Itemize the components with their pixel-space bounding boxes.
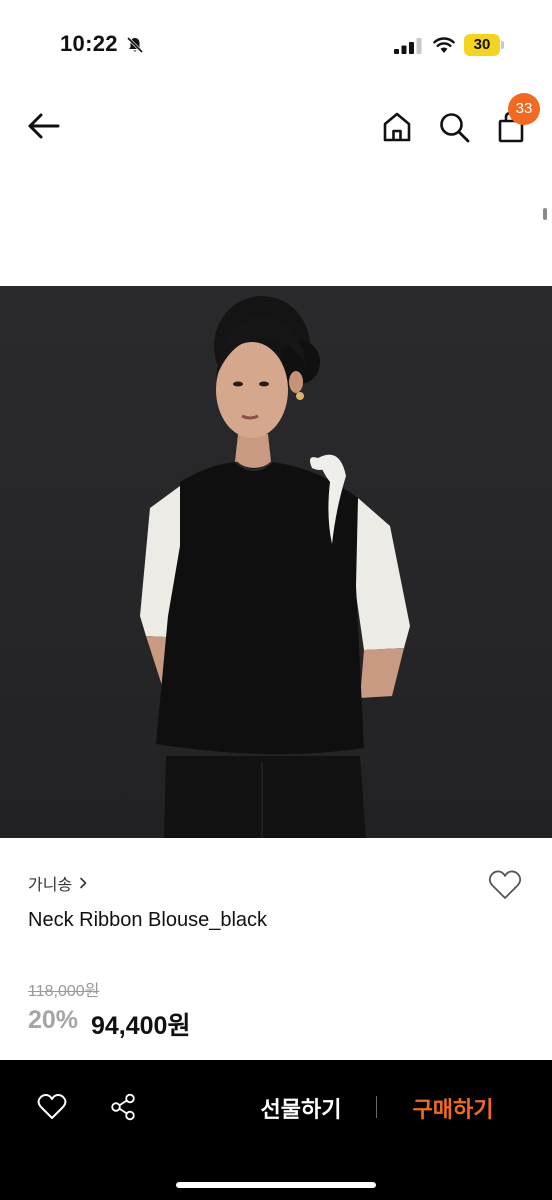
product-image[interactable] — [0, 286, 552, 838]
brand-name: 가니송 — [28, 877, 73, 894]
product-photo — [140, 296, 410, 838]
status-time: 10:22 — [60, 31, 118, 56]
battery-tip — [501, 41, 504, 49]
final-price: 94,400원 — [91, 1012, 191, 1040]
scroll-indicator — [543, 208, 547, 220]
heart-icon[interactable] — [36, 1092, 68, 1122]
wifi-icon — [433, 37, 455, 53]
home-indicator — [176, 1182, 376, 1188]
search-icon[interactable] — [437, 110, 471, 144]
signal-icon — [394, 38, 422, 54]
brand-link[interactable]: 가니송 — [28, 871, 88, 895]
wishlist-heart-icon[interactable] — [487, 868, 523, 902]
chevron-right-icon — [80, 877, 87, 889]
top-nav-bar — [0, 90, 552, 170]
battery-level: 30 — [473, 36, 491, 53]
original-price: 118,000원 — [28, 983, 100, 1000]
discount-rate: 20% — [28, 1006, 79, 1034]
share-icon[interactable] — [108, 1092, 138, 1122]
home-icon[interactable] — [380, 110, 414, 144]
bell-slash-icon — [126, 36, 144, 54]
back-arrow-icon[interactable] — [26, 110, 62, 142]
divider — [376, 1096, 377, 1118]
bottom-action-bar: 선물하기 구매하기 — [0, 1060, 552, 1200]
gift-button[interactable]: 선물하기 — [246, 1088, 356, 1128]
cart-count-badge: 33 — [508, 93, 540, 125]
battery-indicator: 30 — [464, 34, 504, 56]
status-bar: 10:22 30 — [0, 0, 552, 90]
product-name: Neck Ribbon Blouse_black — [28, 909, 268, 931]
buy-button[interactable]: 구매하기 — [398, 1088, 508, 1128]
